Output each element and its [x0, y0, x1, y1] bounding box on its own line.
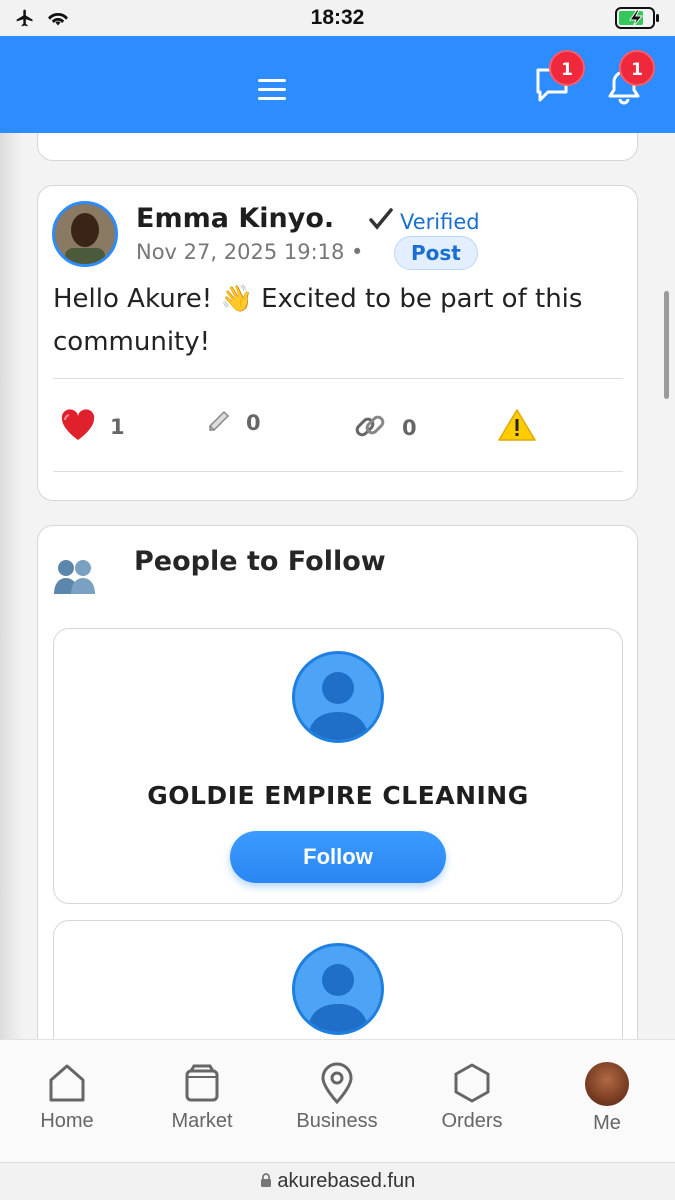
hexagon-icon [417, 1062, 527, 1104]
author-name[interactable]: Emma Kinyo. [136, 203, 334, 234]
comment-button[interactable]: 0 [206, 408, 261, 438]
battery-charging-icon [615, 6, 661, 34]
people-to-follow-card: People to Follow GOLDIE EMPIRE CLEANING … [37, 525, 638, 1039]
nav-label: Home [40, 1110, 94, 1132]
nav-market[interactable]: Market [147, 1062, 257, 1133]
post-body: Hello Akure! 👋 Excited to be part of thi… [53, 284, 583, 357]
verified-badge: Verified [368, 207, 480, 236]
url-display[interactable]: akurebased.fun [0, 1170, 675, 1193]
lock-icon [260, 1170, 278, 1192]
comment-count: 0 [246, 411, 261, 435]
suggestion-avatar[interactable] [292, 943, 384, 1035]
like-count: 1 [110, 415, 125, 439]
nav-orders[interactable]: Orders [417, 1062, 527, 1133]
divider [53, 378, 623, 379]
post-timestamp: Nov 27, 2025 19:18 • [136, 240, 364, 264]
share-button[interactable]: 0 [352, 408, 417, 448]
link-icon [352, 408, 388, 448]
suggestion-card[interactable] [53, 920, 623, 1039]
bottom-nav: Home Market Business Orders Me [0, 1039, 675, 1162]
nav-home[interactable]: Home [12, 1062, 122, 1133]
previous-post-card [37, 133, 638, 161]
nav-business[interactable]: Business [282, 1062, 392, 1133]
menu-icon[interactable] [258, 79, 286, 101]
warning-icon [498, 408, 536, 446]
people-icon [52, 556, 98, 600]
app-header: 1 1 [0, 36, 675, 133]
follow-button[interactable]: Follow [230, 831, 446, 883]
share-count: 0 [402, 416, 417, 440]
suggestion-card[interactable]: GOLDIE EMPIRE CLEANING Follow [53, 628, 623, 904]
checkmark-icon [368, 207, 394, 236]
page-edge-shadow [0, 133, 22, 1039]
market-icon [147, 1062, 257, 1104]
browser-url-bar[interactable]: akurebased.fun [0, 1162, 675, 1200]
verified-label: Verified [400, 209, 480, 234]
scrollbar[interactable] [664, 291, 669, 399]
clock: 18:32 [310, 6, 365, 29]
url-text: akurebased.fun [277, 1170, 416, 1192]
messages-badge: 1 [549, 50, 585, 86]
pencil-icon [206, 408, 232, 438]
nav-label: Orders [441, 1110, 503, 1132]
location-pin-icon [282, 1062, 392, 1104]
section-title: People to Follow [134, 546, 386, 577]
home-icon [12, 1062, 122, 1104]
divider [53, 471, 623, 472]
post-type-chip[interactable]: Post [394, 236, 478, 270]
avatar [585, 1062, 629, 1106]
nav-me[interactable]: Me [552, 1062, 662, 1135]
like-button[interactable]: 1 [60, 408, 125, 446]
nav-label: Me [593, 1112, 621, 1134]
author-avatar[interactable] [52, 201, 118, 267]
post-card: Emma Kinyo. Verified Nov 27, 2025 19:18 … [37, 185, 638, 501]
status-bar: 18:32 [0, 0, 675, 36]
suggestion-name[interactable]: GOLDIE EMPIRE CLEANING [54, 781, 622, 810]
report-button[interactable] [498, 408, 536, 446]
feed[interactable]: Emma Kinyo. Verified Nov 27, 2025 19:18 … [0, 133, 675, 1039]
notifications-badge: 1 [619, 50, 655, 86]
nav-label: Business [296, 1110, 378, 1132]
suggestion-avatar[interactable] [292, 651, 384, 743]
heart-icon [60, 408, 96, 446]
nav-label: Market [171, 1110, 233, 1132]
